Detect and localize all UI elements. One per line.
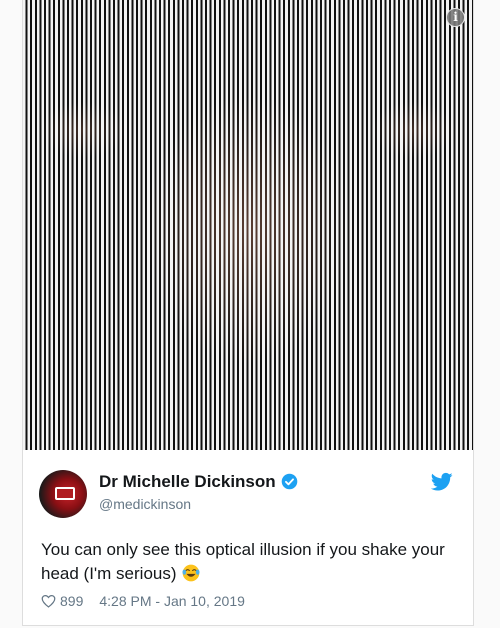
tweet-text: You can only see this optical illusion i…	[41, 540, 445, 583]
embedded-tweet-card[interactable]: i Dr Michelle Dickinson @medickinson You…	[22, 0, 474, 626]
tweet-timestamp[interactable]: 4:28 PM - Jan 10, 2019	[99, 593, 245, 609]
avatar-logo-mark	[55, 487, 75, 500]
stripe-overlay	[23, 0, 473, 450]
author-name-row[interactable]: Dr Michelle Dickinson	[99, 472, 298, 492]
laughing-tears-emoji-icon	[182, 564, 200, 582]
author-name[interactable]: Dr Michelle Dickinson	[99, 472, 276, 491]
tweet-body: Dr Michelle Dickinson @medickinson You c…	[23, 450, 473, 626]
info-icon[interactable]: i	[446, 8, 465, 27]
twitter-bird-icon[interactable]	[431, 472, 453, 492]
author-handle[interactable]: @medickinson	[99, 496, 191, 512]
page: i Dr Michelle Dickinson @medickinson You…	[0, 0, 500, 628]
tweet-meta: 899 4:28 PM - Jan 10, 2019	[41, 593, 245, 609]
avatar[interactable]	[39, 470, 87, 518]
heart-icon[interactable]	[41, 594, 56, 608]
tweet-text-block: You can only see this optical illusion i…	[41, 538, 461, 586]
like-count[interactable]: 899	[60, 593, 83, 609]
optical-illusion-image[interactable]: i	[23, 0, 473, 450]
verified-badge-icon	[281, 473, 297, 490]
